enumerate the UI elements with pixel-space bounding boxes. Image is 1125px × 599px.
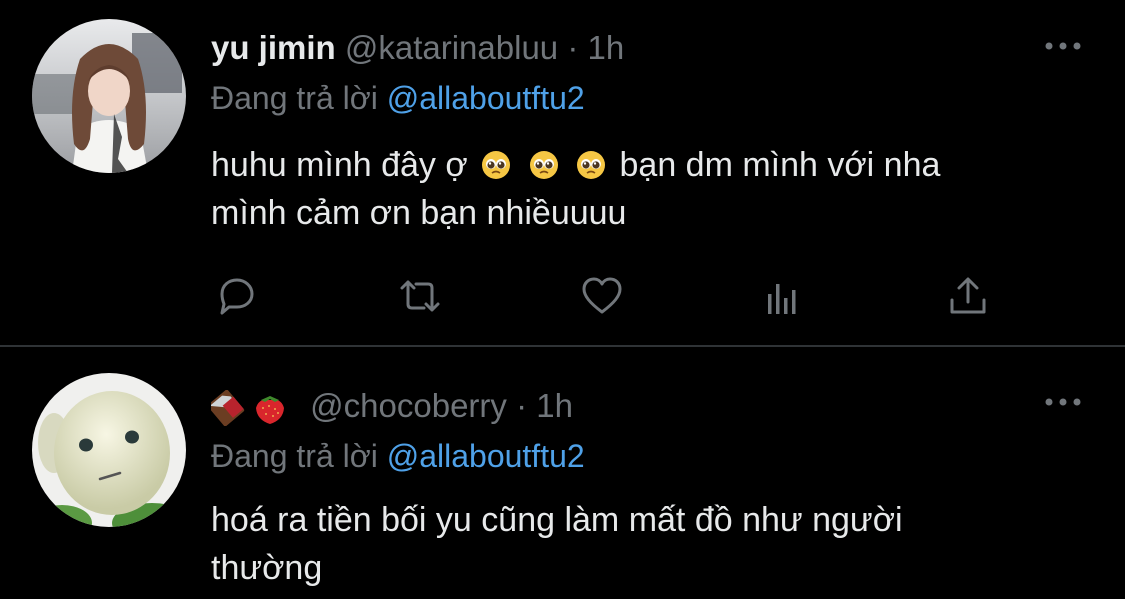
replying-to-label: Đang trả lời (211, 80, 378, 116)
tweet-text-part-1: huhu mình đây ợ (211, 146, 468, 184)
tweet-actions (212, 274, 992, 318)
timestamp[interactable]: 1h (536, 387, 573, 424)
more-options-icon[interactable] (1043, 394, 1083, 410)
share-icon[interactable] (944, 274, 992, 318)
pleading-face-icon (482, 151, 511, 179)
tweet[interactable]: @chocoberry · 1h Đang trả lời @allaboutf… (0, 347, 1125, 599)
avatar[interactable] (32, 19, 186, 173)
retweet-icon[interactable] (392, 274, 440, 318)
tweet-text-line-2: thường (211, 549, 323, 587)
user-handle[interactable]: @katarinabluu (345, 29, 558, 66)
tweet-text-line-1: hoá ra tiền bối yu cũng làm mất đồ như n… (211, 501, 903, 539)
replying-to-link[interactable]: @allaboutftu2 (387, 438, 585, 474)
tweet-text: huhu mình đây ợ bạn dm mình với nha mình… (211, 141, 1071, 237)
separator-dot: · (516, 387, 528, 424)
replying-to: Đang trả lời @allaboutftu2 (211, 436, 585, 476)
replying-to-label: Đang trả lời (211, 438, 378, 474)
tweet-header: yu jimin @katarinabluu · 1h (211, 28, 624, 68)
tweet-text-line-1: huhu mình đây ợ bạn dm mình với nha (211, 141, 1071, 189)
timestamp[interactable]: 1h (588, 29, 625, 66)
replying-to: Đang trả lời @allaboutftu2 (211, 78, 585, 118)
display-name[interactable]: yu jimin (211, 29, 336, 66)
tweet-header: @chocoberry · 1h (211, 386, 573, 427)
tweet-text-line-2: mình cảm ơn bạn nhiềuuuu (211, 194, 627, 232)
analytics-icon[interactable] (762, 274, 810, 318)
tweet-text: hoá ra tiền bối yu cũng làm mất đồ như n… (211, 496, 1071, 592)
like-icon[interactable] (578, 274, 626, 318)
pleading-face-icon (577, 151, 606, 179)
replying-to-link[interactable]: @allaboutftu2 (387, 80, 585, 116)
tweet[interactable]: yu jimin @katarinabluu · 1h Đang trả lời… (0, 0, 1125, 346)
user-handle[interactable]: @chocoberry (310, 387, 507, 424)
strawberry-icon (256, 396, 284, 425)
separator-dot: · (567, 29, 579, 66)
reply-icon[interactable] (212, 274, 260, 318)
display-name[interactable] (211, 390, 287, 427)
more-options-icon[interactable] (1043, 38, 1083, 54)
pleading-face-icon (529, 151, 558, 179)
chocolate-bar-icon (211, 390, 245, 427)
tweet-text-part-2: bạn dm mình với nha (619, 146, 941, 184)
avatar[interactable] (32, 373, 186, 527)
